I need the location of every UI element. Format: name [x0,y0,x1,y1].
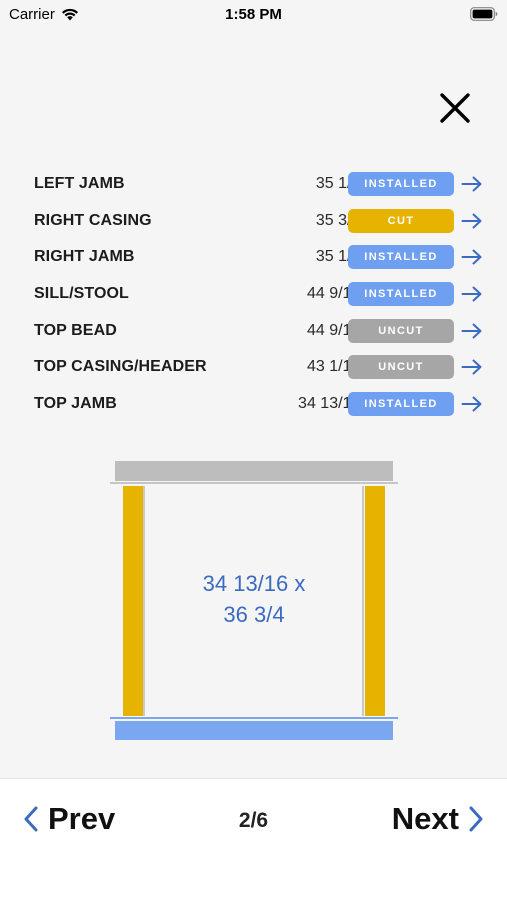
diagram-sill [115,721,393,740]
arrow-right-icon [461,396,482,412]
status-badge: INSTALLED [348,245,454,270]
status-badge: UNCUT [348,318,454,343]
status-bar: Carrier 1:58 PM [0,0,507,30]
part-row[interactable]: TOP CASING/HEADER 43 1/16″ UNCUT [34,349,486,386]
status-badge: INSTALLED [348,391,454,416]
part-name: TOP JAMB [34,394,117,412]
part-name: RIGHT JAMB [34,248,135,266]
clock: 1:58 PM [225,6,282,23]
part-row[interactable]: LEFT JAMB 35 1/2″ INSTALLED [34,166,486,203]
part-detail-button[interactable] [460,209,484,233]
status-badge: INSTALLED [348,282,454,307]
dimensions-line-2: 36 3/4 [223,602,285,627]
part-name: SILL/STOOL [34,285,129,303]
part-detail-button[interactable] [460,355,484,379]
arrow-right-icon [461,249,482,265]
diagram-header [115,461,393,481]
status-badge: CUT [348,208,454,233]
part-row[interactable]: TOP JAMB 34 13/16″ INSTALLED [34,386,486,423]
part-detail-button[interactable] [460,172,484,196]
part-name: TOP BEAD [34,321,117,339]
diagram-left-casing [123,486,143,716]
part-row[interactable]: SILL/STOOL 44 9/16″ INSTALLED [34,276,486,313]
part-name: TOP CASING/HEADER [34,358,207,376]
diagram-right-casing [365,486,385,716]
arrow-right-icon [461,323,482,339]
part-detail-button[interactable] [460,392,484,416]
part-name: RIGHT CASING [34,211,152,229]
arrow-right-icon [461,176,482,192]
parts-list: LEFT JAMB 35 1/2″ INSTALLED RIGHT CASING 35 … [34,166,486,422]
next-button[interactable]: Next [392,801,483,837]
status-badge: INSTALLED [348,172,454,197]
arrow-right-icon [461,359,482,375]
status-badge: UNCUT [348,355,454,380]
part-name: LEFT JAMB [34,175,125,193]
part-detail-button[interactable] [460,319,484,343]
part-detail-button[interactable] [460,245,484,269]
dimensions-line-1: 34 13/16 x [202,571,306,596]
close-button[interactable] [436,92,474,124]
close-icon [440,93,470,123]
part-row[interactable]: TOP BEAD 44 9/16″ UNCUT [34,312,486,349]
part-row[interactable]: RIGHT JAMB 35 1/2″ INSTALLED [34,239,486,276]
arrow-right-icon [461,213,482,229]
part-detail-button[interactable] [460,282,484,306]
battery-icon [470,7,498,21]
chevron-right-icon [469,806,483,832]
window-dimensions: 34 13/16 x 36 3/4 [145,568,363,630]
part-row[interactable]: RIGHT CASING 35 3/4″ CUT [34,203,486,240]
bottom-navigation: Prev 2/6 Next [0,778,507,900]
next-label: Next [391,801,459,836]
arrow-right-icon [461,286,482,302]
